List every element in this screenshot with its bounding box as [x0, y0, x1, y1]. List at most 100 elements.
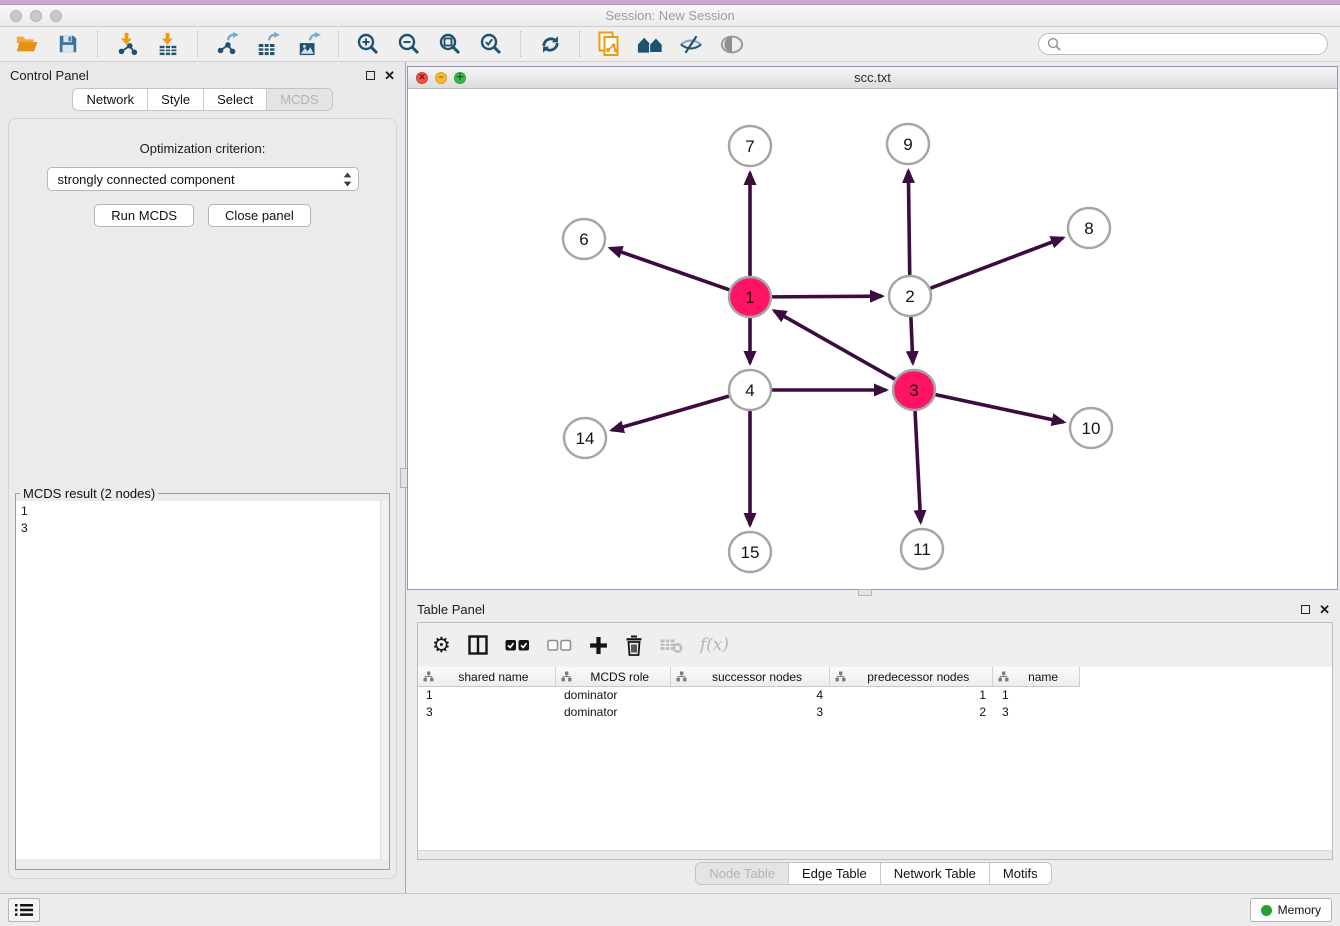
open-session-icon[interactable]	[12, 30, 42, 58]
edge-1-6[interactable]	[610, 248, 729, 290]
cell-mcds-role[interactable]: dominator	[556, 704, 671, 721]
delete-column-icon[interactable]	[625, 635, 643, 656]
status-bar: Memory	[0, 893, 1340, 926]
tab-network-table[interactable]: Network Table	[880, 863, 989, 884]
result-scrollbar[interactable]	[380, 501, 389, 859]
cell-successor-nodes[interactable]: 3	[671, 704, 831, 721]
column-header-shared-name[interactable]: shared name	[418, 667, 556, 686]
column-header-name[interactable]: name	[993, 667, 1079, 686]
float-panel-icon[interactable]	[366, 71, 375, 80]
zoom-in-icon[interactable]	[353, 30, 383, 58]
column-header-predecessor-nodes[interactable]: predecessor nodes	[830, 667, 993, 686]
close-panel-button[interactable]: Close panel	[208, 204, 311, 227]
mcds-result-text: 1 3	[16, 501, 389, 540]
clone-network-icon[interactable]	[594, 30, 624, 58]
cell-successor-nodes[interactable]: 4	[671, 687, 831, 704]
edge-3-1[interactable]	[774, 311, 895, 380]
tab-motifs[interactable]: Motifs	[989, 863, 1051, 884]
table-horizontal-scrollbar[interactable]	[418, 850, 1332, 859]
memory-status-icon	[1261, 905, 1272, 916]
export-network-icon[interactable]	[212, 30, 242, 58]
optimization-criterion-select[interactable]: strongly connected component	[47, 167, 359, 191]
node-table-container: ⚙ f(x)	[417, 622, 1333, 860]
node-label-1: 1	[745, 288, 754, 307]
refresh-layout-icon[interactable]	[535, 30, 565, 58]
tab-select[interactable]: Select	[203, 89, 266, 110]
column-header-mcds-role[interactable]: MCDS role	[556, 667, 671, 686]
optimization-criterion-label: Optimization criterion:	[13, 141, 392, 156]
save-session-icon[interactable]	[53, 30, 83, 58]
control-panel-title: Control Panel	[10, 68, 89, 83]
network-view-window[interactable]: ✕ − ＋ scc.txt 1234678910111415	[407, 66, 1338, 590]
memory-button[interactable]: Memory	[1250, 898, 1332, 922]
import-network-icon[interactable]	[112, 30, 142, 58]
tab-node-table[interactable]: Node Table	[696, 863, 788, 884]
column-header-successor-nodes[interactable]: successor nodes	[671, 667, 831, 686]
titlebar[interactable]: Session: New Session	[0, 5, 1340, 27]
tab-network[interactable]: Network	[73, 89, 147, 110]
show-columns-icon[interactable]	[468, 635, 488, 655]
task-list-icon	[15, 903, 33, 917]
home-icon[interactable]	[635, 30, 665, 58]
table-body: 1dominator4113dominator323	[418, 687, 1332, 721]
column-type-icon	[423, 671, 434, 685]
network-canvas[interactable]: 1234678910111415	[408, 89, 1337, 589]
add-column-icon[interactable]	[589, 636, 608, 655]
import-table-icon[interactable]	[153, 30, 183, 58]
column-type-icon	[561, 671, 572, 685]
cell-predecessor-nodes[interactable]: 2	[831, 704, 994, 721]
table-panel-tabstrip: Node TableEdge TableNetwork TableMotifs	[407, 862, 1340, 885]
zoom-out-icon[interactable]	[394, 30, 424, 58]
tab-edge-table[interactable]: Edge Table	[788, 863, 880, 884]
edge-4-14[interactable]	[612, 396, 729, 430]
show-panel-icon[interactable]	[717, 30, 747, 58]
search-field[interactable]	[1038, 33, 1328, 55]
edge-1-2[interactable]	[772, 296, 882, 297]
network-window-titlebar[interactable]: ✕ − ＋ scc.txt	[408, 67, 1337, 89]
run-mcds-button[interactable]: Run MCDS	[94, 204, 194, 227]
node-label-7: 7	[745, 137, 754, 156]
cell-shared-name[interactable]: 1	[418, 687, 556, 704]
control-panel: Control Panel ✕ NetworkStyleSelectMCDS O…	[0, 62, 406, 893]
horizontal-splitter-grip[interactable]	[858, 589, 872, 596]
network-window-title: scc.txt	[408, 70, 1337, 85]
cell-name[interactable]: 1	[994, 687, 1080, 704]
cell-mcds-role[interactable]: dominator	[556, 687, 671, 704]
close-panel-icon[interactable]: ✕	[384, 69, 395, 82]
zoom-selected-icon[interactable]	[476, 30, 506, 58]
float-table-panel-icon[interactable]	[1301, 605, 1310, 614]
export-image-icon[interactable]	[294, 30, 324, 58]
table-toolbar: ⚙ f(x)	[418, 623, 1332, 667]
node-label-11: 11	[913, 540, 931, 559]
delete-table-icon[interactable]	[660, 637, 683, 654]
deselect-all-rows-icon[interactable]	[547, 639, 572, 652]
dock-panel-button[interactable]	[8, 898, 40, 922]
edge-2-3[interactable]	[911, 317, 913, 363]
cell-predecessor-nodes[interactable]: 1	[831, 687, 994, 704]
memory-button-label: Memory	[1278, 903, 1321, 917]
zoom-fit-icon[interactable]	[435, 30, 465, 58]
hide-panel-icon[interactable]	[676, 30, 706, 58]
edge-2-9[interactable]	[908, 171, 909, 275]
edge-3-10[interactable]	[935, 395, 1063, 423]
edge-3-11[interactable]	[915, 411, 921, 522]
edge-2-8[interactable]	[930, 238, 1063, 288]
select-all-rows-icon[interactable]	[505, 639, 530, 652]
search-icon	[1047, 37, 1061, 51]
column-type-icon	[835, 671, 846, 685]
tab-style[interactable]: Style	[147, 89, 203, 110]
export-table-icon[interactable]	[253, 30, 283, 58]
mcds-result-area[interactable]: 1 3	[16, 501, 389, 859]
tab-mcds[interactable]: MCDS	[266, 89, 331, 110]
cell-name[interactable]: 3	[994, 704, 1080, 721]
table-settings-gear-icon[interactable]: ⚙	[432, 635, 451, 656]
function-builder-icon[interactable]: f(x)	[700, 635, 729, 655]
close-table-panel-icon[interactable]: ✕	[1319, 603, 1330, 616]
toolbar-separator	[520, 31, 521, 57]
table-row[interactable]: 1dominator411	[418, 687, 1332, 704]
search-input[interactable]	[1066, 37, 1319, 51]
table-row[interactable]: 3dominator323	[418, 704, 1332, 721]
toolbar-separator	[197, 31, 198, 57]
cell-shared-name[interactable]: 3	[418, 704, 556, 721]
main-toolbar	[0, 27, 1340, 62]
